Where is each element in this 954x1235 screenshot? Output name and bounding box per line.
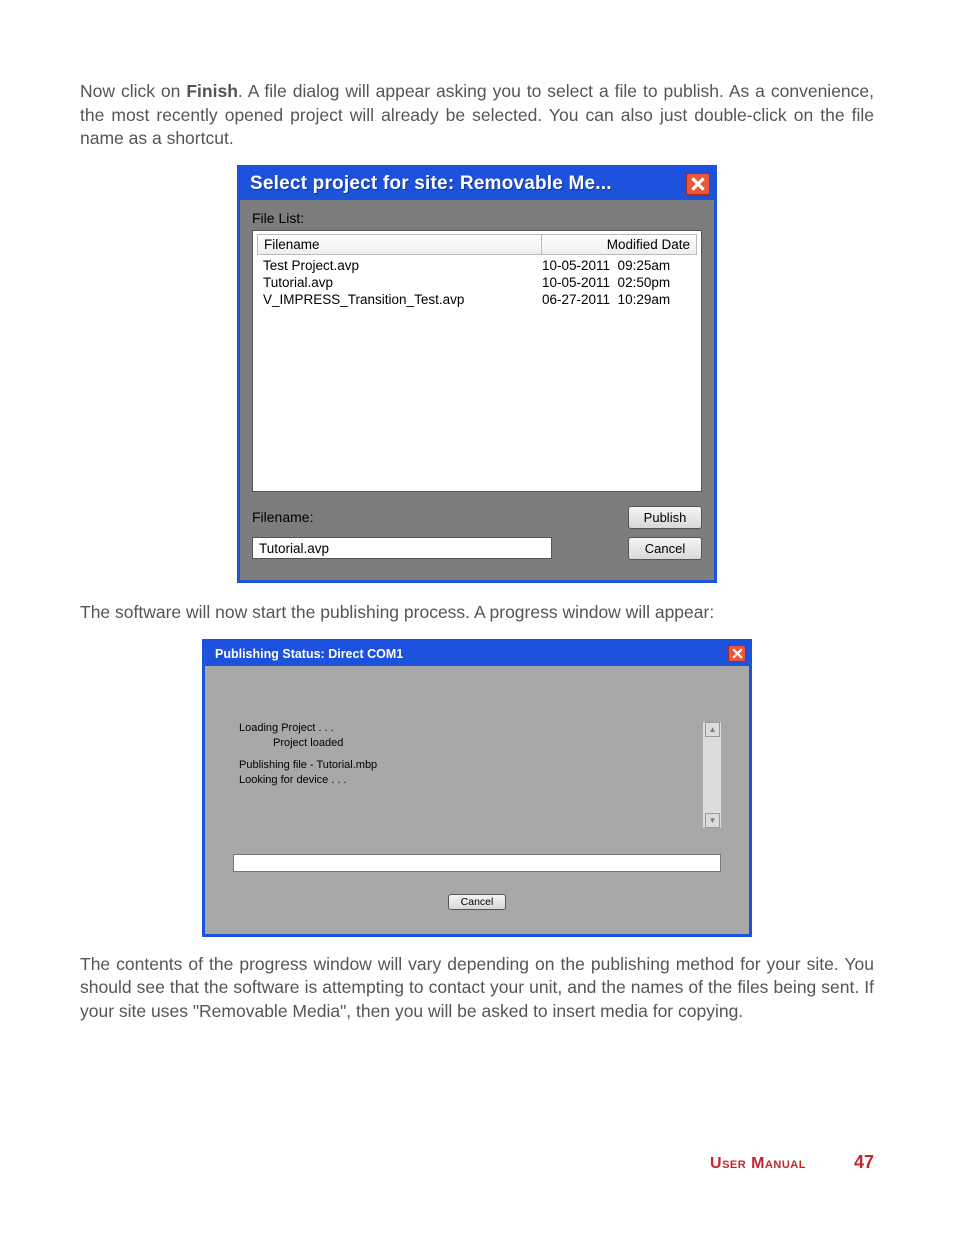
page-footer: User Manual 47: [80, 1152, 874, 1173]
scroll-up-button[interactable]: ▴: [705, 722, 720, 737]
file-list-box[interactable]: Filename Modified Date Test Project.avp …: [252, 230, 702, 492]
filename-input[interactable]: [252, 537, 552, 559]
row-filename: Test Project.avp: [263, 258, 536, 273]
close-button[interactable]: [728, 645, 746, 662]
header-modified[interactable]: Modified Date: [542, 234, 697, 255]
dialog2-titlebar: Publishing Status: Direct COM1: [205, 642, 749, 666]
filename-label: Filename:: [252, 509, 313, 525]
cancel-button[interactable]: Cancel: [628, 537, 702, 560]
row-modified: 10-05-2011 09:25am: [536, 258, 691, 273]
dialog2-body: ▴ ▾ Loading Project . . . Project loaded…: [205, 666, 749, 934]
paragraph-progress-intro: The software will now start the publishi…: [80, 601, 874, 625]
dialog2-title-text: Publishing Status: Direct COM1: [215, 647, 403, 661]
dialog-body: File List: Filename Modified Date Test P…: [240, 200, 714, 580]
progress-bar: [233, 854, 721, 872]
row-modified: 10-05-2011 02:50pm: [536, 275, 691, 290]
list-item[interactable]: Tutorial.avp 10-05-2011 02:50pm: [257, 274, 697, 291]
close-icon: [732, 648, 743, 659]
row-filename: V_IMPRESS_Transition_Test.avp: [263, 292, 536, 307]
status-line: Looking for device . . .: [239, 774, 697, 786]
status-line: Publishing file - Tutorial.mbp: [239, 759, 697, 771]
dialog-titlebar: Select project for site: Removable Me...: [240, 168, 714, 200]
status-line: Loading Project . . .: [239, 722, 697, 734]
list-item[interactable]: V_IMPRESS_Transition_Test.avp 06-27-2011…: [257, 291, 697, 308]
publishing-status-dialog: Publishing Status: Direct COM1 ▴ ▾ Loadi…: [202, 639, 752, 937]
file-list-label: File List:: [252, 210, 702, 226]
row-filename: Tutorial.avp: [263, 275, 536, 290]
close-button[interactable]: [686, 173, 710, 195]
page-number: 47: [854, 1152, 874, 1173]
scroll-down-button[interactable]: ▾: [705, 813, 720, 828]
dialog-title-text: Select project for site: Removable Me...: [250, 173, 612, 195]
footer-label: User Manual: [710, 1155, 806, 1173]
header-filename[interactable]: Filename: [257, 234, 542, 255]
list-headers: Filename Modified Date: [257, 234, 697, 255]
status-line: Project loaded: [239, 737, 697, 749]
select-project-dialog: Select project for site: Removable Me...…: [237, 165, 717, 583]
close-icon: [691, 177, 705, 191]
list-rows: Test Project.avp 10-05-2011 09:25am Tuto…: [257, 257, 697, 308]
publish-button[interactable]: Publish: [628, 506, 702, 529]
para1-text-a: Now click on: [80, 81, 186, 101]
finish-word: Finish: [186, 81, 238, 101]
paragraph-progress-desc: The contents of the progress window will…: [80, 953, 874, 1024]
cancel-button[interactable]: Cancel: [448, 894, 507, 910]
status-message-box: ▴ ▾ Loading Project . . . Project loaded…: [233, 722, 721, 828]
row-modified: 06-27-2011 10:29am: [536, 292, 691, 307]
list-item[interactable]: Test Project.avp 10-05-2011 09:25am: [257, 257, 697, 274]
paragraph-intro: Now click on Finish. A file dialog will …: [80, 80, 874, 151]
dialog-bottom: Filename: Publish Cancel: [252, 506, 702, 560]
